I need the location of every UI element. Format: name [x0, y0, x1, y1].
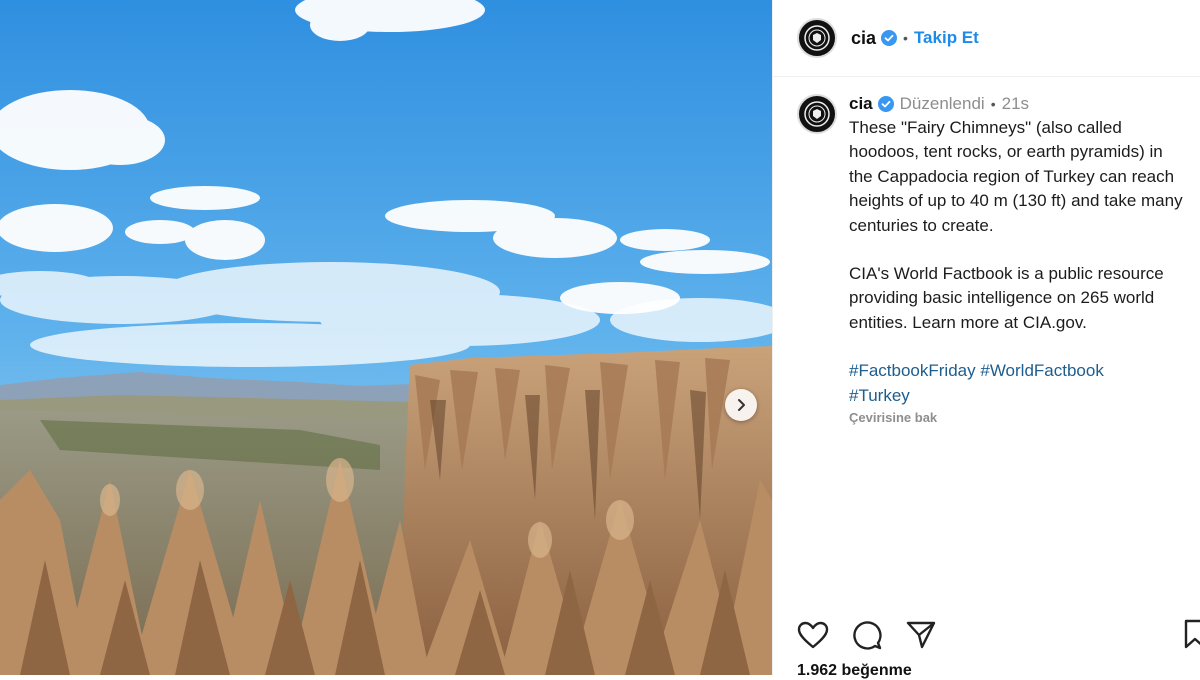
- follow-button[interactable]: Takip Et: [914, 28, 979, 48]
- share-button[interactable]: [905, 618, 939, 652]
- edited-label: Düzenlendi: [899, 94, 985, 113]
- paper-plane-icon: [906, 621, 936, 649]
- next-photo-button[interactable]: [725, 389, 757, 421]
- caption-body: cia Düzenlendi • 21s These "Fairy Chimne…: [849, 92, 1189, 425]
- hashtags: #FactbookFriday #WorldFactbook #Turkey: [849, 359, 1189, 408]
- verified-badge-icon: [881, 30, 898, 46]
- post-actions: [797, 618, 1200, 652]
- like-count[interactable]: 1.962 beğenme: [797, 662, 912, 680]
- post-photo[interactable]: [0, 0, 772, 675]
- see-translation-link[interactable]: Çevirisine bak: [849, 410, 1189, 425]
- cappadocia-landscape-image: [0, 0, 772, 675]
- username[interactable]: cia: [851, 28, 876, 49]
- bookmark-icon: [1184, 619, 1200, 649]
- comment-button[interactable]: [851, 618, 885, 652]
- post-header: cia • Takip Et: [773, 0, 1200, 77]
- separator-dot: •: [990, 96, 996, 112]
- post-time[interactable]: 21s: [1002, 94, 1029, 114]
- like-button[interactable]: [797, 618, 831, 652]
- save-button[interactable]: [1183, 618, 1200, 655]
- caption-avatar[interactable]: [797, 94, 837, 134]
- caption-username[interactable]: cia: [849, 94, 873, 114]
- verified-badge-icon: [877, 96, 894, 112]
- caption-paragraph: CIA's World Factbook is a public resourc…: [849, 264, 1164, 332]
- chevron-right-icon: [734, 398, 748, 412]
- caption-text: These "Fairy Chimneys" (also called hood…: [849, 116, 1189, 335]
- hashtag-link[interactable]: #WorldFactbook: [980, 361, 1103, 380]
- caption-paragraph: These "Fairy Chimneys" (also called hood…: [849, 118, 1183, 235]
- caption-header: cia Düzenlendi • 21s: [849, 92, 1189, 116]
- post-caption: cia Düzenlendi • 21s These "Fairy Chimne…: [797, 92, 1197, 425]
- cia-seal-icon: [804, 101, 830, 127]
- hashtag-link[interactable]: #FactbookFriday: [849, 361, 976, 380]
- heart-icon: [797, 621, 829, 649]
- avatar[interactable]: [797, 18, 837, 58]
- comment-icon: [853, 621, 882, 650]
- post-details-panel: cia • Takip Et cia Düzenlendi • 21s Thes…: [772, 0, 1200, 679]
- cia-seal-icon: [804, 25, 830, 51]
- hashtag-link[interactable]: #Turkey: [849, 386, 910, 405]
- separator-dot: •: [903, 30, 908, 46]
